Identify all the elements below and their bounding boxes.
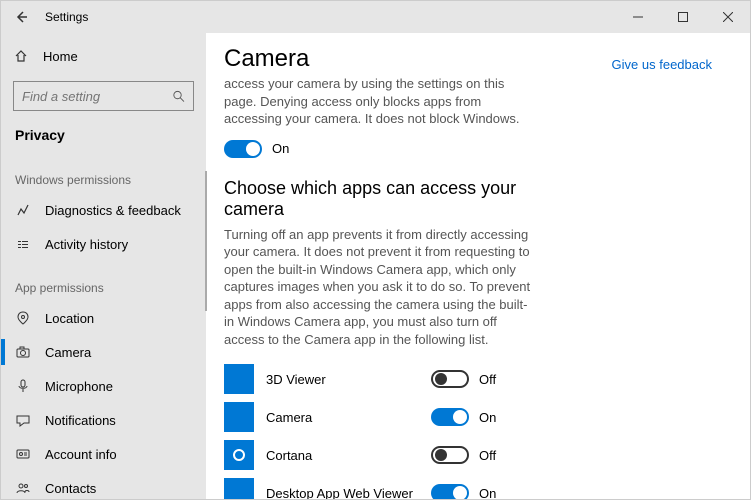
app-name: Camera — [266, 410, 431, 425]
sidebar-item-label: Microphone — [45, 379, 113, 394]
sidebar-item-camera[interactable]: Camera — [13, 335, 194, 369]
sidebar-item-contacts[interactable]: Contacts — [13, 471, 194, 499]
minimize-button[interactable] — [615, 1, 660, 33]
sidebar-item-notifications[interactable]: Notifications — [13, 403, 194, 437]
app-name: 3D Viewer — [266, 372, 431, 387]
account-icon — [15, 447, 31, 461]
section-app-permissions: App permissions — [13, 281, 194, 295]
window-title: Settings — [45, 10, 88, 24]
app-row: Camera On — [224, 398, 726, 436]
maximize-button[interactable] — [660, 1, 705, 33]
search-input[interactable] — [22, 89, 172, 104]
app-toggle-label: Off — [479, 372, 496, 387]
sidebar-item-label: Activity history — [45, 237, 128, 252]
contacts-icon — [15, 481, 31, 495]
sidebar-item-label: Camera — [45, 345, 91, 360]
app-icon — [224, 402, 254, 432]
camera-icon — [15, 345, 31, 359]
app-toggle-label: On — [479, 410, 496, 425]
sidebar-item-microphone[interactable]: Microphone — [13, 369, 194, 403]
app-icon — [224, 440, 254, 470]
sidebar-item-location[interactable]: Location — [13, 301, 194, 335]
activity-icon — [15, 237, 31, 251]
app-list: 3D Viewer Off Camera On Cortana Off Desktop Ap… — [224, 360, 726, 499]
titlebar: Settings — [1, 1, 750, 33]
app-row: Cortana Off — [224, 436, 726, 474]
home-nav[interactable]: Home — [13, 39, 194, 73]
apps-desc: Turning off an app prevents it from dire… — [224, 226, 534, 349]
main-panel: Give us feedback Camera access your came… — [206, 33, 750, 499]
app-icon — [224, 478, 254, 499]
category-label: Privacy — [13, 123, 194, 153]
camera-access-toggle-label: On — [272, 141, 289, 156]
sidebar-item-label: Account info — [45, 447, 117, 462]
app-toggle[interactable] — [431, 370, 469, 388]
arrow-left-icon — [14, 10, 28, 24]
app-icon — [224, 364, 254, 394]
back-button[interactable] — [1, 1, 41, 33]
notif-icon — [15, 413, 31, 427]
sidebar-item-activity-history[interactable]: Activity history — [13, 227, 194, 261]
feedback-link[interactable]: Give us feedback — [612, 57, 712, 72]
sidebar-item-label: Contacts — [45, 481, 96, 496]
apps-subhead: Choose which apps can access your camera — [224, 178, 544, 220]
camera-access-toggle[interactable] — [224, 140, 262, 158]
sidebar-item-label: Diagnostics & feedback — [45, 203, 181, 218]
app-toggle[interactable] — [431, 408, 469, 426]
app-row: Desktop App Web Viewer On — [224, 474, 726, 499]
sidebar: Home Privacy Windows permissions Diagnos… — [1, 33, 206, 499]
sidebar-item-label: Notifications — [45, 413, 116, 428]
close-button[interactable] — [705, 1, 750, 33]
sidebar-item-label: Location — [45, 311, 94, 326]
search-box[interactable] — [13, 81, 194, 111]
location-icon — [15, 311, 31, 325]
window-controls — [615, 1, 750, 33]
home-icon — [13, 49, 29, 63]
search-icon — [172, 89, 185, 103]
intro-text: access your camera by using the settings… — [224, 75, 534, 128]
app-toggle-label: Off — [479, 448, 496, 463]
app-toggle[interactable] — [431, 446, 469, 464]
app-name: Cortana — [266, 448, 431, 463]
diag-icon — [15, 203, 31, 217]
app-name: Desktop App Web Viewer — [266, 486, 431, 499]
sidebar-item-account-info[interactable]: Account info — [13, 437, 194, 471]
sidebar-item-diagnostics-feedback[interactable]: Diagnostics & feedback — [13, 193, 194, 227]
mic-icon — [15, 379, 31, 393]
app-toggle[interactable] — [431, 484, 469, 499]
app-row: 3D Viewer Off — [224, 360, 726, 398]
app-toggle-label: On — [479, 486, 496, 499]
section-windows-permissions: Windows permissions — [13, 173, 194, 187]
home-label: Home — [43, 49, 78, 64]
